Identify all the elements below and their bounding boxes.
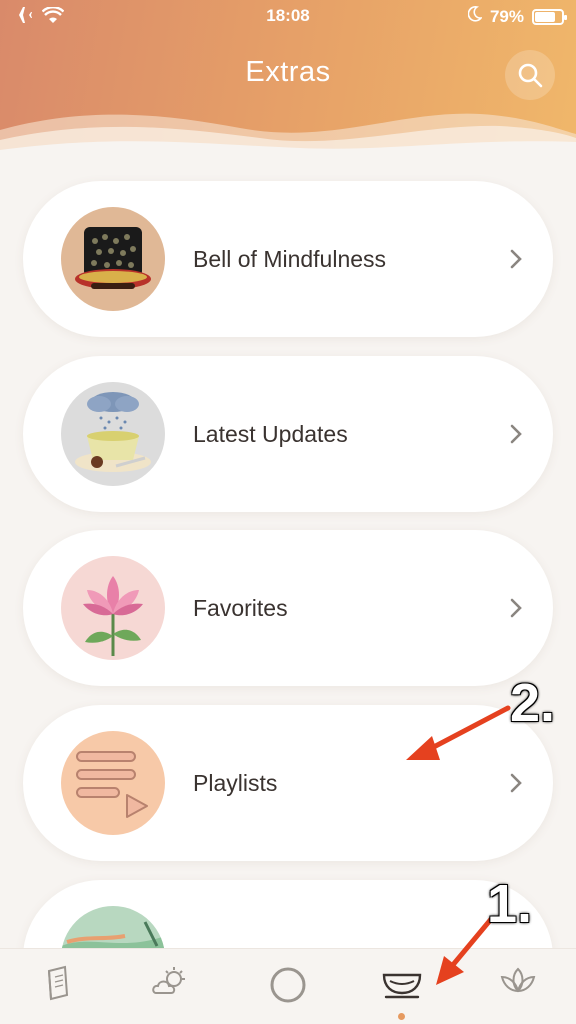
annotation-label-1: 1.: [487, 874, 533, 934]
annotation-arrow-1: [436, 915, 495, 985]
annotation-arrows: [406, 705, 511, 985]
annotation-arrow-2: [406, 705, 511, 760]
annotation-label-2: 2.: [510, 673, 556, 733]
